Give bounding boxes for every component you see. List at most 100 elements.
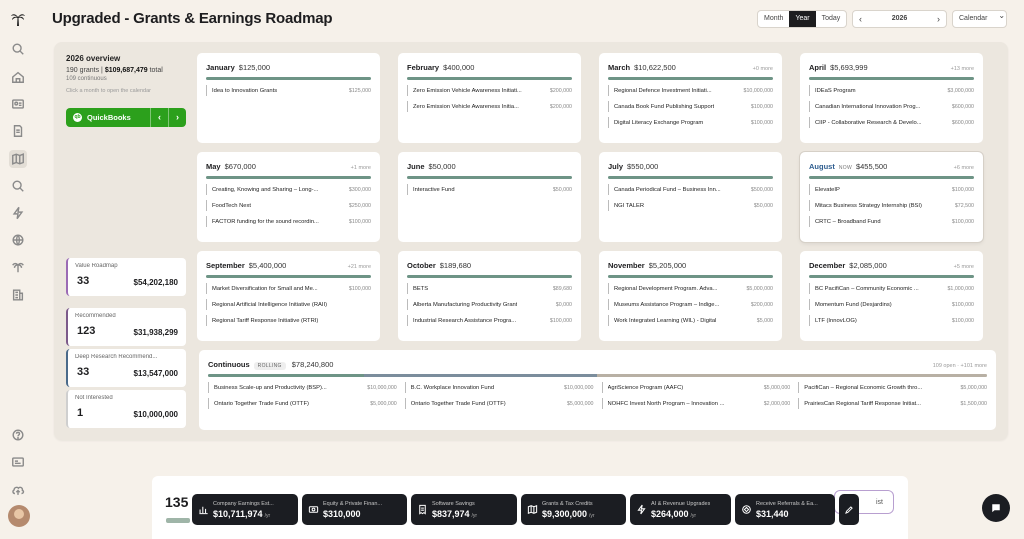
month-more-link[interactable]: +13 more [951, 66, 974, 72]
grant-item[interactable]: Momentum Fund (Desjardins) $100,000 [809, 299, 974, 310]
grant-item[interactable]: FACTOR funding for the sound recordin...… [206, 216, 371, 227]
metric-card[interactable]: AI & Revenue Upgrades $264,000/yr [630, 494, 731, 525]
grant-item[interactable]: Zero Emission Vehicle Awareness Initia..… [407, 101, 572, 112]
quickbooks-prev-button[interactable]: ‹ [150, 108, 168, 127]
continuous-item[interactable]: Business Scale-up and Productivity (BSP)… [208, 382, 397, 393]
month-more-link[interactable]: +6 more [954, 165, 974, 171]
continuous-item[interactable]: Ontario Together Trade Fund (OTTF) $5,00… [404, 398, 594, 409]
grant-item[interactable]: BETS $89,680 [407, 283, 572, 294]
card-icon[interactable] [9, 453, 27, 471]
pencil-icon [845, 505, 853, 514]
metric-card[interactable]: Receive Referrals & Ea... $31,440 [735, 494, 835, 525]
stat-card[interactable]: Deep Research Recommend... 33 $13,547,00… [66, 349, 186, 387]
month-more-link[interactable]: +21 more [348, 264, 371, 270]
cloud-upload-icon[interactable] [9, 481, 27, 499]
month-card-june[interactable]: June $50,000 Interactive Fund $50,000 [398, 152, 581, 242]
continuous-item[interactable]: Ontario Together Trade Fund (OTTF) $5,00… [208, 398, 397, 409]
home-icon[interactable] [9, 68, 27, 86]
grant-item[interactable]: Canada Periodical Fund – Business Inn...… [608, 184, 773, 195]
prev-year-button[interactable]: ‹ [853, 11, 868, 27]
month-card-may[interactable]: May $670,000 +1 more Creating, Knowing a… [197, 152, 380, 242]
month-card-september[interactable]: September $5,400,000 +21 more Market Div… [197, 251, 380, 341]
search-icon[interactable] [9, 40, 27, 58]
continuous-item[interactable]: NOHFC Invest North Program – Innovation … [601, 398, 790, 409]
month-card-august[interactable]: August NOW $455,500 +6 more ElevateIP $1… [800, 152, 983, 242]
month-card-december[interactable]: December $2,085,000 +5 more BC PacifiCan… [800, 251, 983, 341]
grant-item[interactable]: CIIP - Collaborative Research & Develo..… [809, 117, 974, 128]
palm-tree-icon[interactable] [9, 258, 27, 276]
grant-item[interactable]: Interactive Fund $50,000 [407, 184, 572, 195]
quickbooks-button[interactable]: qb QuickBooks ‹ › [66, 108, 186, 127]
chat-button[interactable] [982, 494, 1010, 522]
mode-select[interactable]: Calendar ⌄ [952, 10, 1007, 28]
month-card-march[interactable]: March $10,622,500 +0 more Regional Defen… [599, 53, 782, 143]
lightning-icon[interactable] [9, 204, 27, 222]
month-card-january[interactable]: January $125,000 Idea to Innovation Gran… [197, 53, 380, 143]
document-icon[interactable] [9, 122, 27, 140]
continuous-item[interactable]: B.C. Workplace Innovation Fund $10,000,0… [404, 382, 594, 393]
continuous-item[interactable]: AgriScience Program (AAFC) $5,000,000 [601, 382, 790, 393]
view-month-button[interactable]: Month [758, 11, 789, 27]
globe-icon[interactable] [9, 231, 27, 249]
grant-item[interactable]: FoodTech Next $250,000 [206, 200, 371, 211]
metric-card[interactable]: Grants & Tax Credits $9,300,000/yr [521, 494, 626, 525]
grant-item[interactable]: Work Integrated Learning (WIL) - Digital… [608, 315, 773, 326]
continuous-card[interactable]: Continuous ROLLING $78,240,800 109 open … [199, 350, 996, 430]
grant-item[interactable]: Digital Literacy Exchange Program $100,0… [608, 117, 773, 128]
palm-logo-icon[interactable] [9, 10, 27, 28]
building-icon[interactable] [9, 286, 27, 304]
grant-name: Work Integrated Learning (WIL) - Digital [614, 317, 717, 324]
lightning-icon [635, 504, 647, 516]
grant-item[interactable]: ElevateIP $100,000 [809, 184, 974, 195]
view-year-button[interactable]: Year [789, 11, 816, 27]
grant-item[interactable]: BC PacifiCan – Community Economic ... $1… [809, 283, 974, 294]
search-icon[interactable] [9, 177, 27, 195]
month-card-october[interactable]: October $189,680 BETS $89,680 Alberta Ma… [398, 251, 581, 341]
grant-item[interactable]: Regional Defence Investment Initiati... … [608, 85, 773, 96]
continuous-item[interactable]: PrairiesCan Regional Tariff Response Ini… [798, 398, 987, 409]
id-card-icon[interactable] [9, 95, 27, 113]
month-card-november[interactable]: November $5,205,000 Regional Development… [599, 251, 782, 341]
grant-item[interactable]: Canadian International Innovation Prog..… [809, 101, 974, 112]
stat-card[interactable]: Recommended 123 $31,938,299 [66, 308, 186, 346]
grant-item[interactable]: Alberta Manufacturing Productivity Grant… [407, 299, 572, 310]
month-more-link[interactable]: +1 more [351, 165, 371, 171]
edit-dock-button[interactable] [839, 494, 859, 525]
help-icon[interactable] [9, 426, 27, 444]
month-more-link[interactable]: +0 more [753, 66, 773, 72]
grant-item[interactable]: Regional Development Program. Adva... $5… [608, 283, 773, 294]
month-card-february[interactable]: February $400,000 Zero Emission Vehicle … [398, 53, 581, 143]
grant-item[interactable]: Zero Emission Vehicle Awareness Initiati… [407, 85, 572, 96]
continuous-item[interactable]: PacifiCan – Regional Economic Growth thr… [798, 382, 987, 393]
grant-item[interactable]: IDEaS Program $3,000,000 [809, 85, 974, 96]
grant-item[interactable]: Regional Tariff Response Initiative (RTR… [206, 315, 371, 326]
grant-item[interactable]: CRTC – Broadband Fund $100,000 [809, 216, 974, 227]
metric-card[interactable]: Company Earnings Est... $10,711,974/yr [192, 494, 298, 525]
grant-name: Zero Emission Vehicle Awareness Initia..… [413, 103, 519, 110]
grant-name: Creating, Knowing and Sharing – Long-... [212, 186, 319, 193]
grant-item[interactable]: Market Diversification for Small and Me.… [206, 283, 371, 294]
month-card-july[interactable]: July $550,000 Canada Periodical Fund – B… [599, 152, 782, 242]
today-button[interactable]: Today [816, 11, 847, 27]
continuous-more[interactable]: 109 open · +101 more [933, 363, 987, 369]
stat-card[interactable]: Value Roadmap 33 $54,202,180 [66, 258, 186, 296]
grant-item[interactable]: LTF (InnovLOG) $100,000 [809, 315, 974, 326]
grant-item[interactable]: Creating, Knowing and Sharing – Long-...… [206, 184, 371, 195]
grant-item[interactable]: Industrial Research Assistance Progra...… [407, 315, 572, 326]
avatar[interactable] [8, 505, 30, 527]
next-year-button[interactable]: › [931, 11, 946, 27]
grant-item[interactable]: Idea to Innovation Grants $125,000 [206, 85, 371, 96]
metric-card[interactable]: Software Savings $837,974/yr [411, 494, 517, 525]
month-more-link[interactable]: +5 more [954, 264, 974, 270]
grant-item[interactable]: Museums Assistance Program – Indige... $… [608, 299, 773, 310]
grant-item[interactable]: NGI TALER $50,000 [608, 200, 773, 211]
month-card-april[interactable]: April $5,693,999 +13 more IDEaS Program … [800, 53, 983, 143]
grant-item[interactable]: Mitacs Business Strategy Internship (BSI… [809, 200, 974, 211]
map-icon[interactable] [9, 150, 27, 168]
grant-item[interactable]: Canada Book Fund Publishing Support $100… [608, 101, 773, 112]
metric-card[interactable]: Equity & Private Finan... $310,000 [302, 494, 407, 525]
grant-amount: $100,000 [951, 301, 974, 308]
quickbooks-next-button[interactable]: › [168, 108, 186, 127]
stat-card[interactable]: Not Interested 1 $10,000,000 [66, 390, 186, 428]
grant-item[interactable]: Regional Artificial Intelligence Initiat… [206, 299, 371, 310]
